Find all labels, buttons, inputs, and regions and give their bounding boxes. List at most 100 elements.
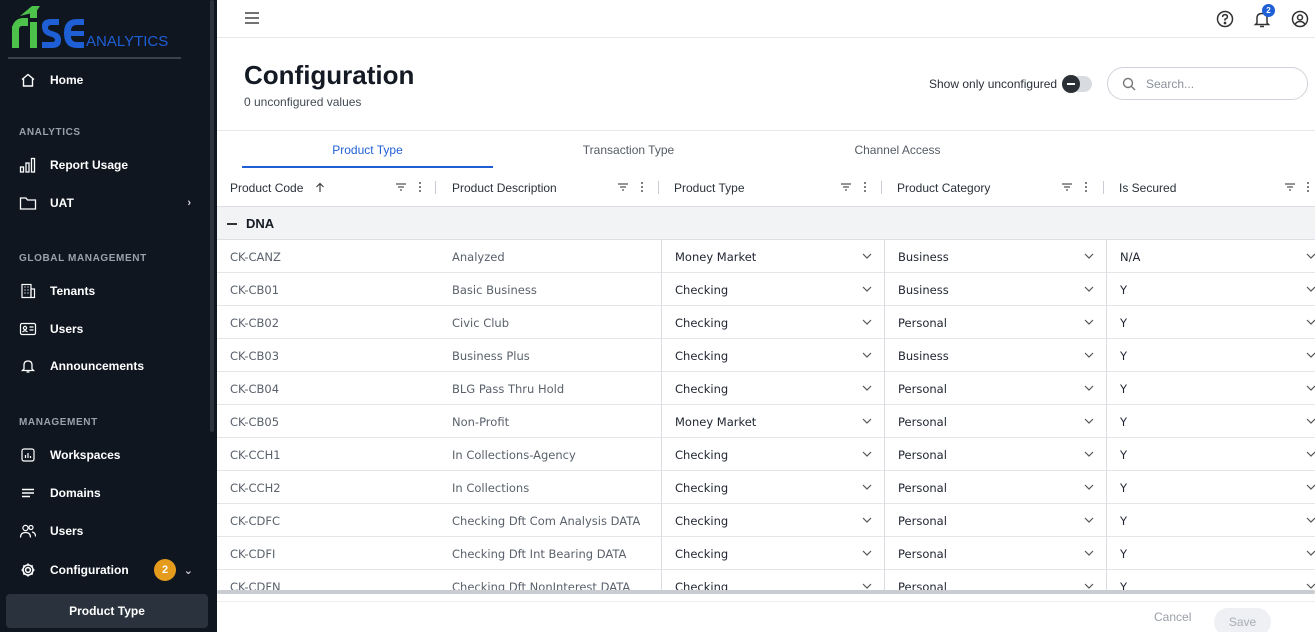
filter-icon[interactable]	[1284, 181, 1296, 193]
product-category-select[interactable]: Personal	[884, 570, 1106, 591]
table-row[interactable]: CK-CCH2 In Collections Checking Personal…	[217, 471, 1315, 504]
column-menu-icon[interactable]	[859, 181, 871, 193]
product-category-select[interactable]: Business	[884, 339, 1106, 372]
sidebar-item-global-users[interactable]: Users	[0, 314, 217, 344]
is-secured-select[interactable]: Y	[1106, 570, 1315, 591]
sidebar-item-workspaces[interactable]: Workspaces	[0, 440, 217, 470]
product-type-select[interactable]: Checking	[661, 537, 884, 570]
is-secured-select[interactable]: Y	[1106, 405, 1315, 438]
sidebar-item-tenants[interactable]: Tenants	[0, 276, 217, 306]
table-row[interactable]: CK-CDFC Checking Dft Com Analysis DATA C…	[217, 504, 1315, 537]
product-category-select[interactable]: Business	[884, 240, 1106, 273]
column-menu-icon[interactable]	[636, 181, 648, 193]
search-input[interactable]	[1146, 75, 1296, 93]
product-type-select[interactable]: Checking	[661, 570, 884, 591]
column-separator[interactable]	[1103, 181, 1104, 194]
column-separator[interactable]	[881, 181, 882, 194]
sidebar-item-users[interactable]: Users	[0, 516, 217, 546]
product-category-select[interactable]: Personal	[884, 504, 1106, 537]
hamburger-menu-icon[interactable]	[244, 11, 260, 25]
account-circle-icon[interactable]	[1290, 9, 1310, 29]
product-type-select[interactable]: Checking	[661, 504, 884, 537]
product-type-select[interactable]: Checking	[661, 306, 884, 339]
cancel-button[interactable]: Cancel	[1154, 610, 1191, 624]
sidebar-item-configuration[interactable]: Configuration 2 ⌄	[0, 555, 217, 585]
cell-product-description: Checking Dft Com Analysis DATA	[452, 513, 641, 528]
cell-product-code: CK-CB05	[230, 414, 280, 429]
chevron-down-icon	[1084, 550, 1094, 556]
is-secured-select[interactable]: Y	[1106, 537, 1315, 570]
filter-icon[interactable]	[840, 181, 852, 193]
filter-icon[interactable]	[1061, 181, 1073, 193]
chevron-down-icon	[1306, 253, 1315, 259]
table-row[interactable]: CK-CB05 Non-Profit Money Market Personal…	[217, 405, 1315, 438]
sidebar-subitem-product-type[interactable]: Product Type	[6, 594, 208, 628]
table-row[interactable]: CK-CDFN Checking Dft NonInterest DATA Ch…	[217, 570, 1315, 591]
tab-transaction-type[interactable]: Transaction Type	[503, 131, 754, 168]
selected-value: Y	[1120, 579, 1128, 592]
product-category-select[interactable]: Personal	[884, 372, 1106, 405]
column-menu-icon[interactable]	[1080, 181, 1092, 193]
is-secured-select[interactable]: Y	[1106, 273, 1315, 306]
column-header-product-type[interactable]: Product Type	[674, 168, 745, 207]
sort-ascending-icon[interactable]	[315, 182, 325, 193]
table-row[interactable]: CK-CB03 Business Plus Checking Business …	[217, 339, 1315, 372]
collapse-group-icon[interactable]	[227, 223, 237, 225]
product-category-select[interactable]: Personal	[884, 438, 1106, 471]
chevron-down-icon	[862, 418, 872, 424]
product-type-select[interactable]: Checking	[661, 438, 884, 471]
search-box[interactable]	[1107, 67, 1308, 100]
building-icon	[19, 282, 37, 300]
is-secured-select[interactable]: N/A	[1106, 240, 1315, 273]
table-row[interactable]: CK-CB01 Basic Business Checking Business…	[217, 273, 1315, 306]
column-menu-icon[interactable]	[414, 181, 426, 193]
table-row[interactable]: CK-CANZ Analyzed Money Market Business N…	[217, 240, 1315, 273]
is-secured-select[interactable]: Y	[1106, 339, 1315, 372]
product-type-select[interactable]: Checking	[661, 471, 884, 504]
column-header-product-code[interactable]: Product Code	[230, 168, 325, 207]
product-category-select[interactable]: Personal	[884, 471, 1106, 504]
product-type-select[interactable]: Money Market	[661, 405, 884, 438]
table-row[interactable]: CK-CDFI Checking Dft Int Bearing DATA Ch…	[217, 537, 1315, 570]
selected-value: Checking	[675, 480, 729, 495]
group-row-dna[interactable]: DNA	[217, 207, 1315, 240]
product-type-select[interactable]: Money Market	[661, 240, 884, 273]
product-category-select[interactable]: Personal	[884, 306, 1106, 339]
is-secured-select[interactable]: Y	[1106, 306, 1315, 339]
column-menu-icon[interactable]	[1302, 181, 1314, 193]
product-type-select[interactable]: Checking	[661, 339, 884, 372]
filter-icon[interactable]	[617, 181, 629, 193]
horizontal-scrollbar[interactable]	[217, 590, 1315, 594]
sidebar-item-report-usage[interactable]: Report Usage	[0, 150, 217, 180]
sidebar-item-domains[interactable]: Domains	[0, 478, 217, 508]
sidebar-item-home[interactable]: Home	[0, 65, 217, 95]
table-row[interactable]: CK-CCH1 In Collections-Agency Checking P…	[217, 438, 1315, 471]
filter-icon[interactable]	[395, 181, 407, 193]
chevron-down-icon	[1084, 319, 1094, 325]
is-secured-select[interactable]: Y	[1106, 372, 1315, 405]
column-separator[interactable]	[658, 181, 659, 194]
product-category-select[interactable]: Personal	[884, 537, 1106, 570]
table-row[interactable]: CK-CB02 Civic Club Checking Personal Y	[217, 306, 1315, 339]
sidebar-item-label: Workspaces	[50, 448, 121, 462]
is-secured-select[interactable]: Y	[1106, 471, 1315, 504]
column-header-product-category[interactable]: Product Category	[897, 168, 990, 207]
help-icon[interactable]	[1215, 9, 1235, 29]
tab-channel-access[interactable]: Channel Access	[772, 131, 1023, 168]
sidebar-item-announcements[interactable]: Announcements	[0, 351, 217, 381]
product-type-select[interactable]: Checking	[661, 372, 884, 405]
is-secured-select[interactable]: Y	[1106, 438, 1315, 471]
table-row[interactable]: CK-CB04 BLG Pass Thru Hold Checking Pers…	[217, 372, 1315, 405]
tab-product-type[interactable]: Product Type	[242, 131, 493, 168]
selected-value: Business	[898, 249, 949, 264]
column-header-product-description[interactable]: Product Description	[452, 168, 557, 207]
product-category-select[interactable]: Business	[884, 273, 1106, 306]
show-unconfigured-toggle[interactable]	[1062, 75, 1092, 93]
save-button[interactable]: Save	[1214, 608, 1271, 632]
product-type-select[interactable]: Checking	[661, 273, 884, 306]
product-category-select[interactable]: Personal	[884, 405, 1106, 438]
is-secured-select[interactable]: Y	[1106, 504, 1315, 537]
column-header-is-secured[interactable]: Is Secured	[1119, 168, 1176, 207]
sidebar-item-uat[interactable]: UAT ›	[0, 188, 217, 218]
column-separator[interactable]	[435, 181, 436, 194]
